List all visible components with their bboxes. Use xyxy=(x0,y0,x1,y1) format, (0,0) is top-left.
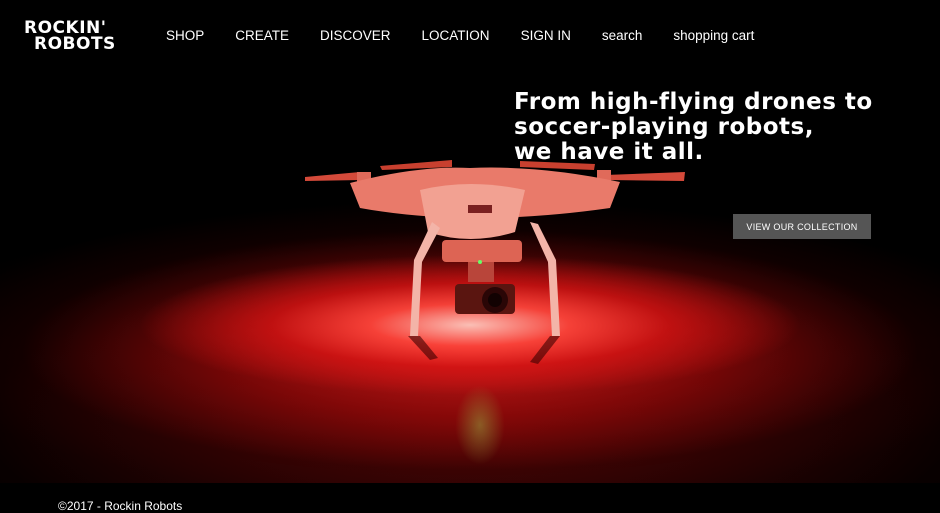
view-collection-button[interactable]: VIEW OUR COLLECTION xyxy=(733,214,871,239)
nav-location[interactable]: LOCATION xyxy=(422,27,490,45)
hero-headline: From high-flying drones to soccer-playin… xyxy=(514,90,914,165)
nav-discover[interactable]: DISCOVER xyxy=(320,27,391,45)
copyright-text: ©2017 - Rockin Robots xyxy=(58,499,183,513)
headline-line-3: we have it all. xyxy=(514,139,704,165)
drone-image xyxy=(305,160,685,364)
nav-shopping-cart[interactable]: shopping cart xyxy=(673,27,754,45)
headline-line-2: soccer-playing robots, xyxy=(514,114,814,140)
nav-sign-in[interactable]: SIGN IN xyxy=(521,27,571,45)
nav-search[interactable]: search xyxy=(602,27,643,45)
headline-line-1: From high-flying drones to xyxy=(514,89,873,115)
footer: ©2017 - Rockin Robots xyxy=(0,483,940,513)
logo-line-2: ROBOTS xyxy=(34,34,116,54)
site-logo[interactable]: ROCKIN' ROBOTS xyxy=(24,20,116,54)
nav-shop[interactable]: SHOP xyxy=(166,27,204,45)
main-nav: SHOP CREATE DISCOVER LOCATION SIGN IN se… xyxy=(166,27,785,45)
nav-create[interactable]: CREATE xyxy=(235,27,289,45)
hero-section: ROCKIN' ROBOTS SHOP CREATE DISCOVER LOCA… xyxy=(0,0,940,513)
